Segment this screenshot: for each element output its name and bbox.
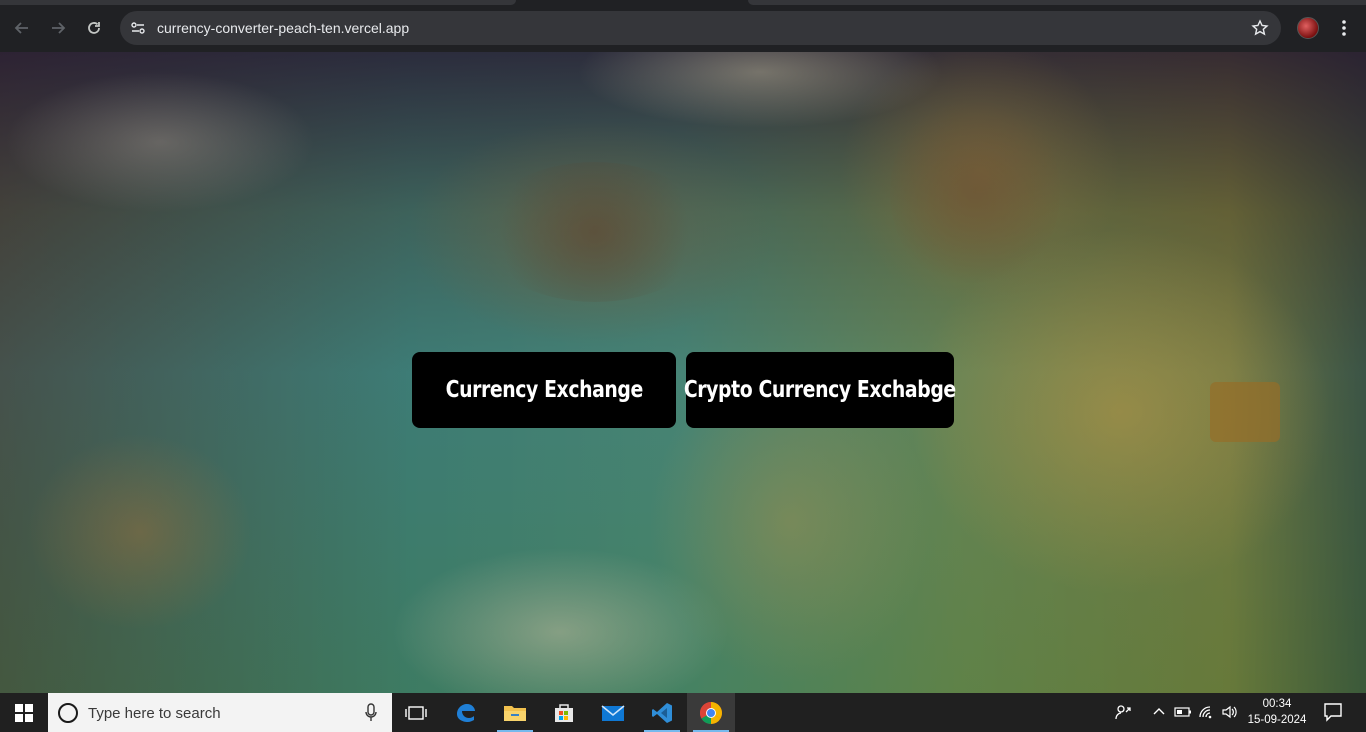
taskbar-search[interactable]: Type here to search bbox=[48, 693, 392, 732]
reload-icon[interactable] bbox=[80, 14, 108, 42]
world-map-background: Currency Exchange Crypto Currency Exchab… bbox=[0, 52, 1366, 693]
profile-avatar[interactable] bbox=[1297, 17, 1319, 39]
forward-icon[interactable] bbox=[44, 14, 72, 42]
crypto-currency-exchange-button[interactable]: Crypto Currency Exchabge bbox=[684, 352, 956, 428]
cortana-icon bbox=[58, 703, 78, 723]
task-view-icon[interactable] bbox=[392, 693, 440, 732]
url-text[interactable]: currency-converter-peach-ten.vercel.app bbox=[157, 20, 409, 36]
chevron-up-icon[interactable] bbox=[1150, 703, 1168, 721]
bookmark-star-icon[interactable] bbox=[1251, 19, 1269, 37]
windows-taskbar: Type here to search 00:34 15-09-2024 bbox=[0, 693, 1366, 732]
exchange-options: Currency Exchange Crypto Currency Exchab… bbox=[0, 352, 1366, 428]
address-bar[interactable]: currency-converter-peach-ten.vercel.app bbox=[120, 11, 1281, 45]
clock-time: 00:34 bbox=[1262, 698, 1292, 710]
tabstrip-right bbox=[748, 0, 1366, 5]
edge-icon[interactable] bbox=[442, 693, 490, 732]
taskbar-clock[interactable]: 00:34 15-09-2024 bbox=[1244, 696, 1310, 728]
microphone-icon[interactable] bbox=[364, 703, 378, 723]
site-info-icon[interactable] bbox=[130, 20, 146, 36]
windows-start-icon[interactable] bbox=[0, 693, 48, 732]
volume-icon[interactable] bbox=[1221, 703, 1239, 721]
search-placeholder: Type here to search bbox=[88, 705, 221, 722]
more-menu-icon[interactable] bbox=[1334, 16, 1354, 40]
microsoft-store-icon[interactable] bbox=[540, 693, 588, 732]
back-icon[interactable] bbox=[8, 14, 36, 42]
people-icon[interactable] bbox=[1114, 703, 1132, 721]
mail-icon[interactable] bbox=[589, 693, 637, 732]
battery-icon[interactable] bbox=[1174, 703, 1192, 721]
crypto-currency-exchange-label: Crypto Currency Exchabge bbox=[684, 377, 956, 403]
map-pins-cluster bbox=[480, 162, 710, 302]
chrome-icon[interactable] bbox=[687, 693, 735, 732]
vscode-icon[interactable] bbox=[638, 693, 686, 732]
wifi-icon[interactable] bbox=[1198, 703, 1216, 721]
currency-exchange-button[interactable]: Currency Exchange bbox=[412, 352, 676, 428]
currency-exchange-label: Currency Exchange bbox=[445, 377, 643, 403]
notification-center-icon[interactable] bbox=[1322, 701, 1344, 723]
clock-date: 15-09-2024 bbox=[1247, 714, 1307, 726]
tabstrip-left bbox=[0, 0, 516, 5]
browser-toolbar: currency-converter-peach-ten.vercel.app bbox=[0, 0, 1366, 52]
map-pins-cluster bbox=[890, 92, 1060, 292]
file-explorer-icon[interactable] bbox=[491, 693, 539, 732]
